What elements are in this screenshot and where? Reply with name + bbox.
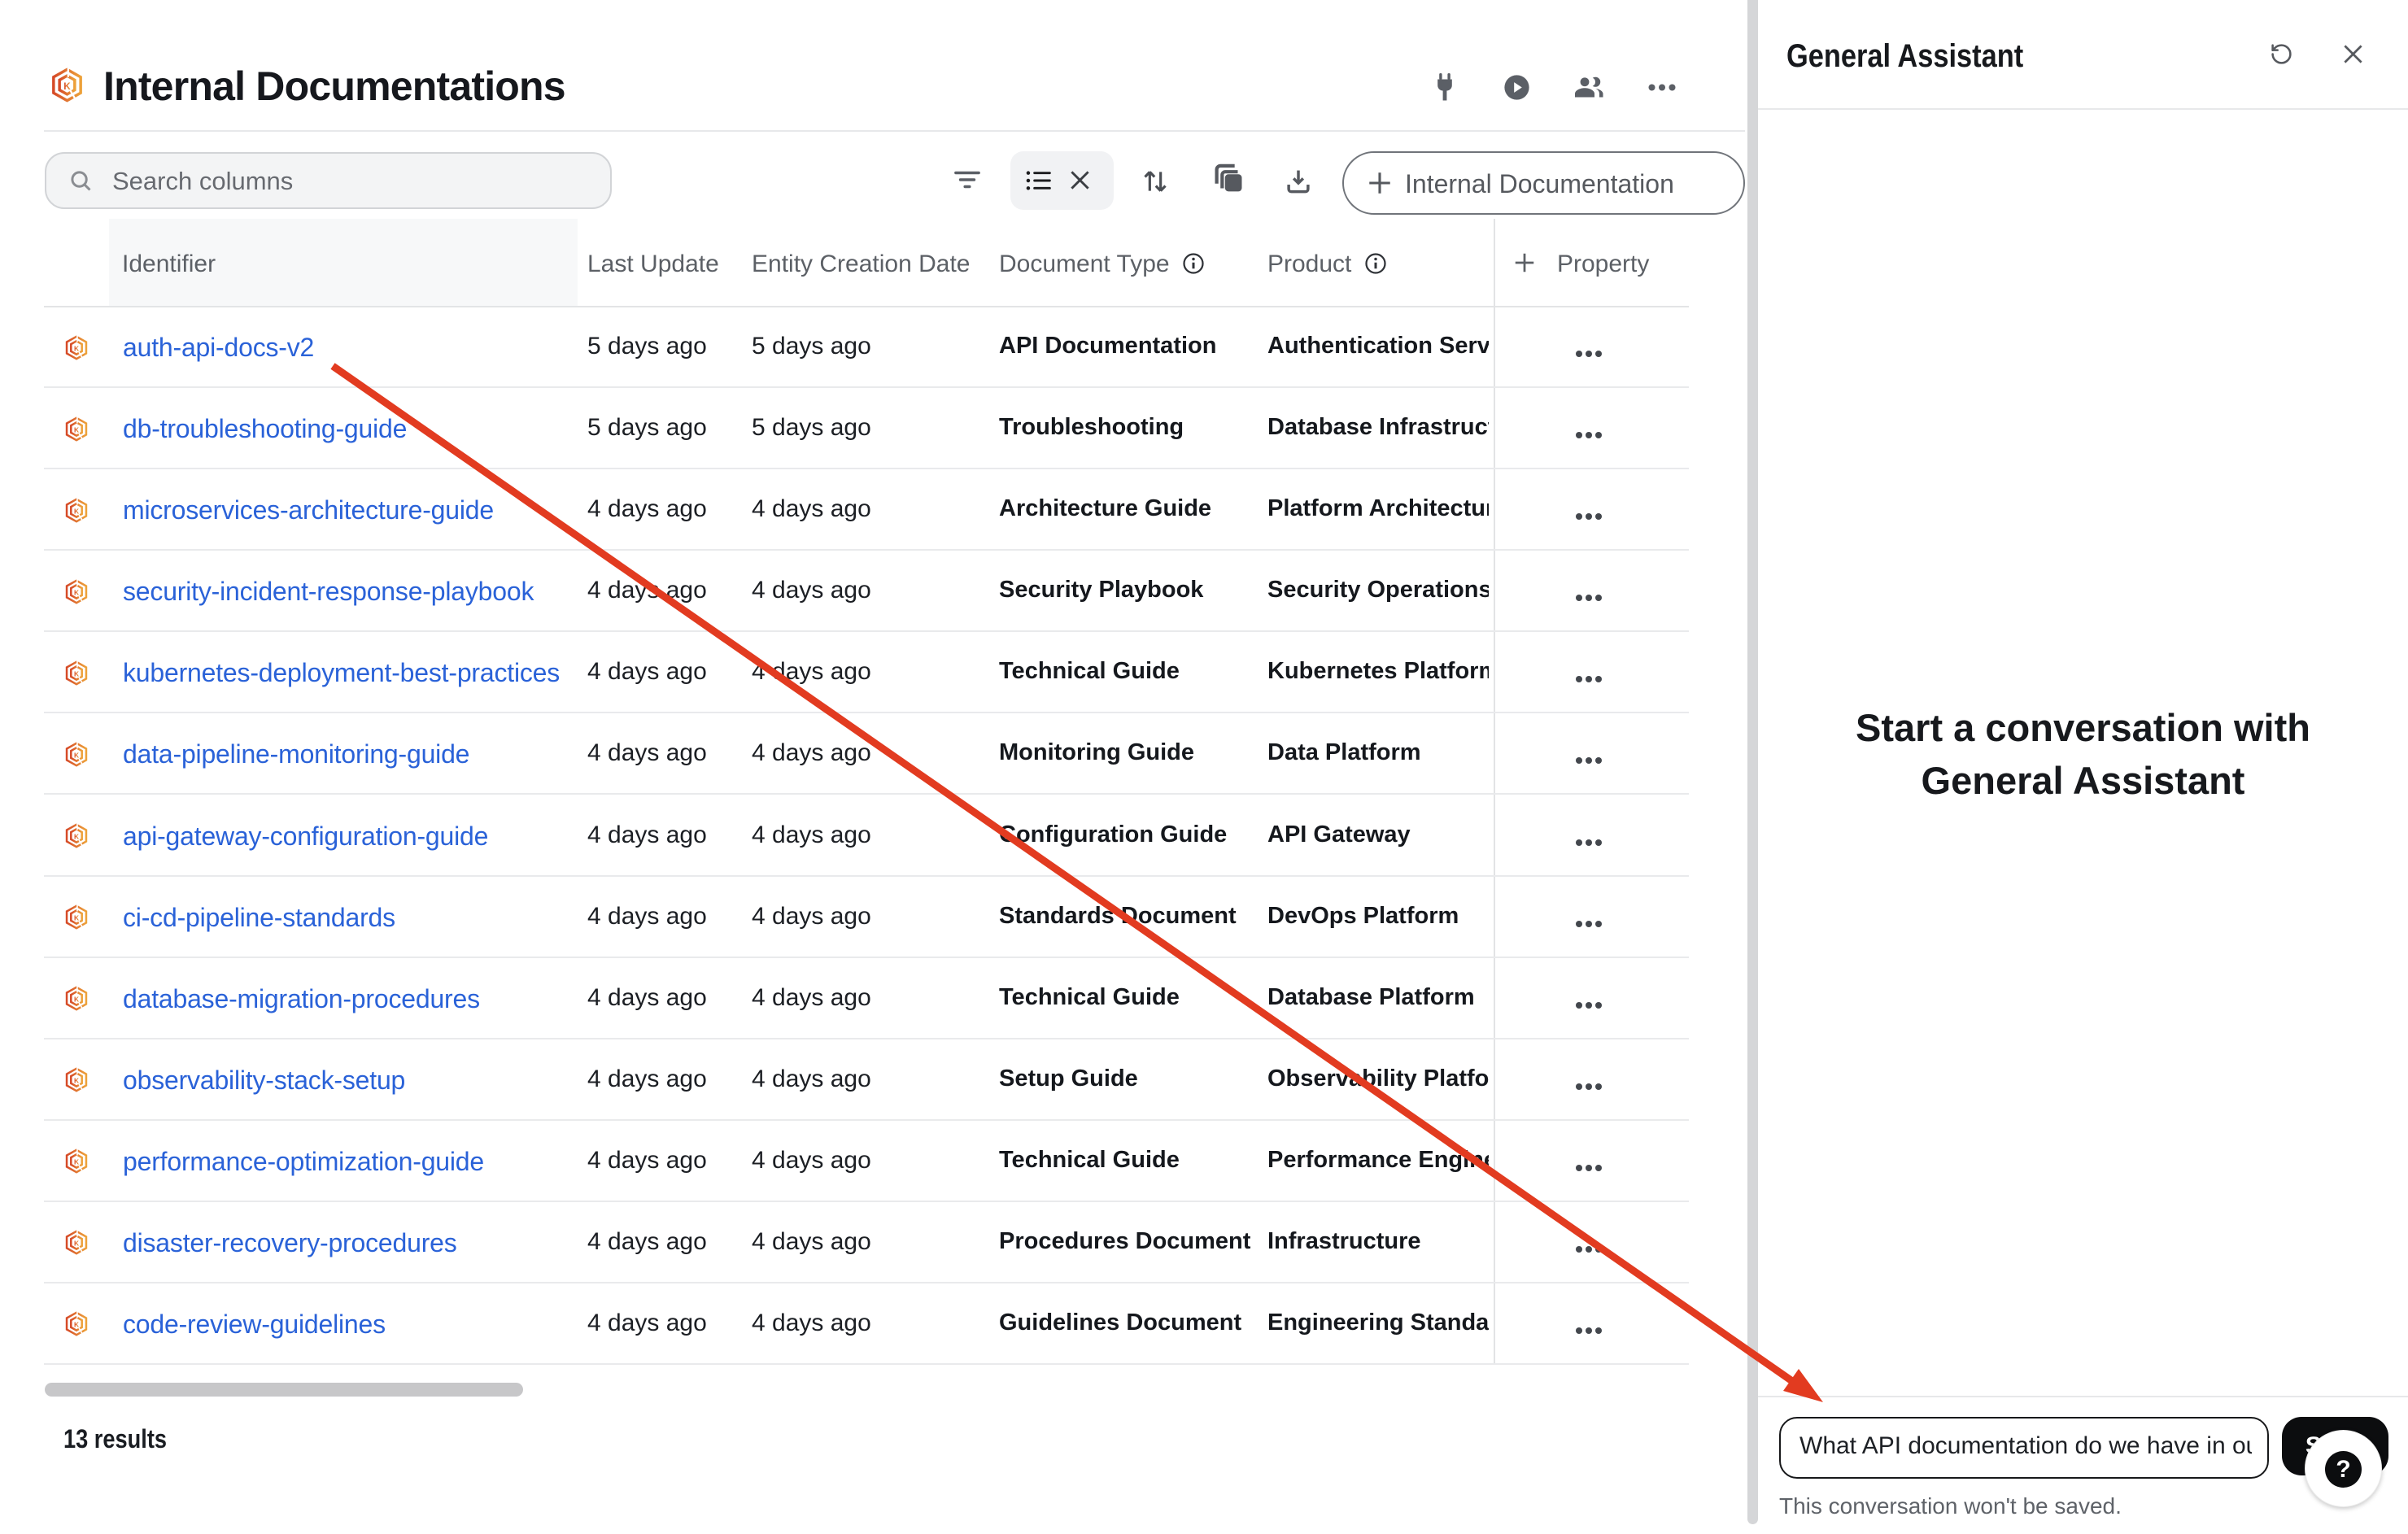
svg-text:K: K (74, 995, 80, 1003)
svg-text:K: K (74, 507, 80, 515)
svg-text:K: K (63, 81, 71, 92)
svg-text:K: K (74, 588, 80, 596)
svg-text:K: K (74, 1239, 80, 1247)
svg-text:K: K (74, 1076, 80, 1084)
svg-text:K: K (74, 344, 80, 352)
svg-text:K: K (74, 1157, 80, 1166)
svg-text:K: K (74, 669, 80, 678)
svg-text:K: K (74, 1320, 80, 1328)
svg-text:K: K (74, 913, 80, 922)
svg-text:K: K (74, 425, 80, 434)
svg-text:K: K (74, 751, 80, 759)
svg-text:K: K (74, 832, 80, 840)
